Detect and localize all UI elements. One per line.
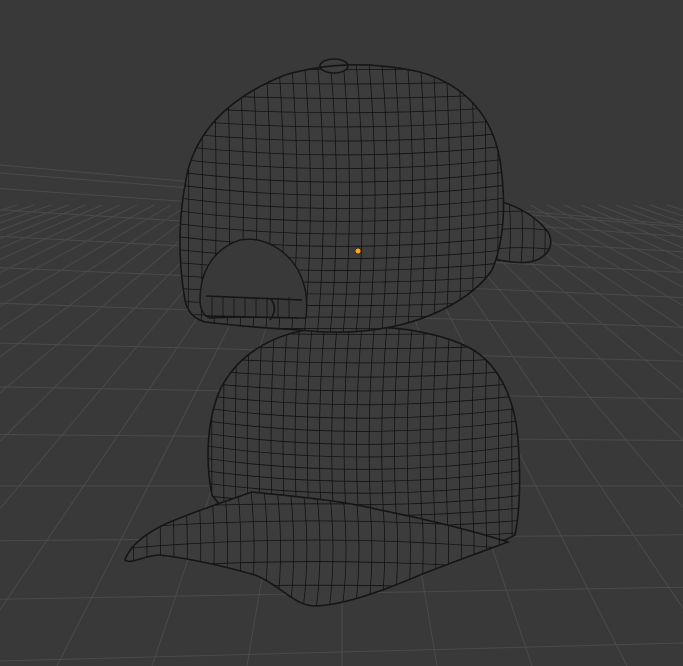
3d-viewport[interactable] — [0, 0, 683, 666]
cap-back-mesh[interactable] — [175, 55, 556, 340]
object-origin-icon[interactable] — [354, 247, 362, 255]
grid-line — [581, 204, 683, 249]
grid-line — [564, 204, 683, 260]
grid-line — [546, 204, 683, 273]
grid-line — [495, 204, 683, 329]
grid-line — [598, 204, 683, 239]
viewport-canvas[interactable] — [0, 0, 683, 666]
grid-line — [529, 204, 683, 288]
grid-line — [615, 204, 683, 231]
grid-line — [512, 204, 683, 307]
cap-front-mesh[interactable] — [120, 320, 525, 610]
